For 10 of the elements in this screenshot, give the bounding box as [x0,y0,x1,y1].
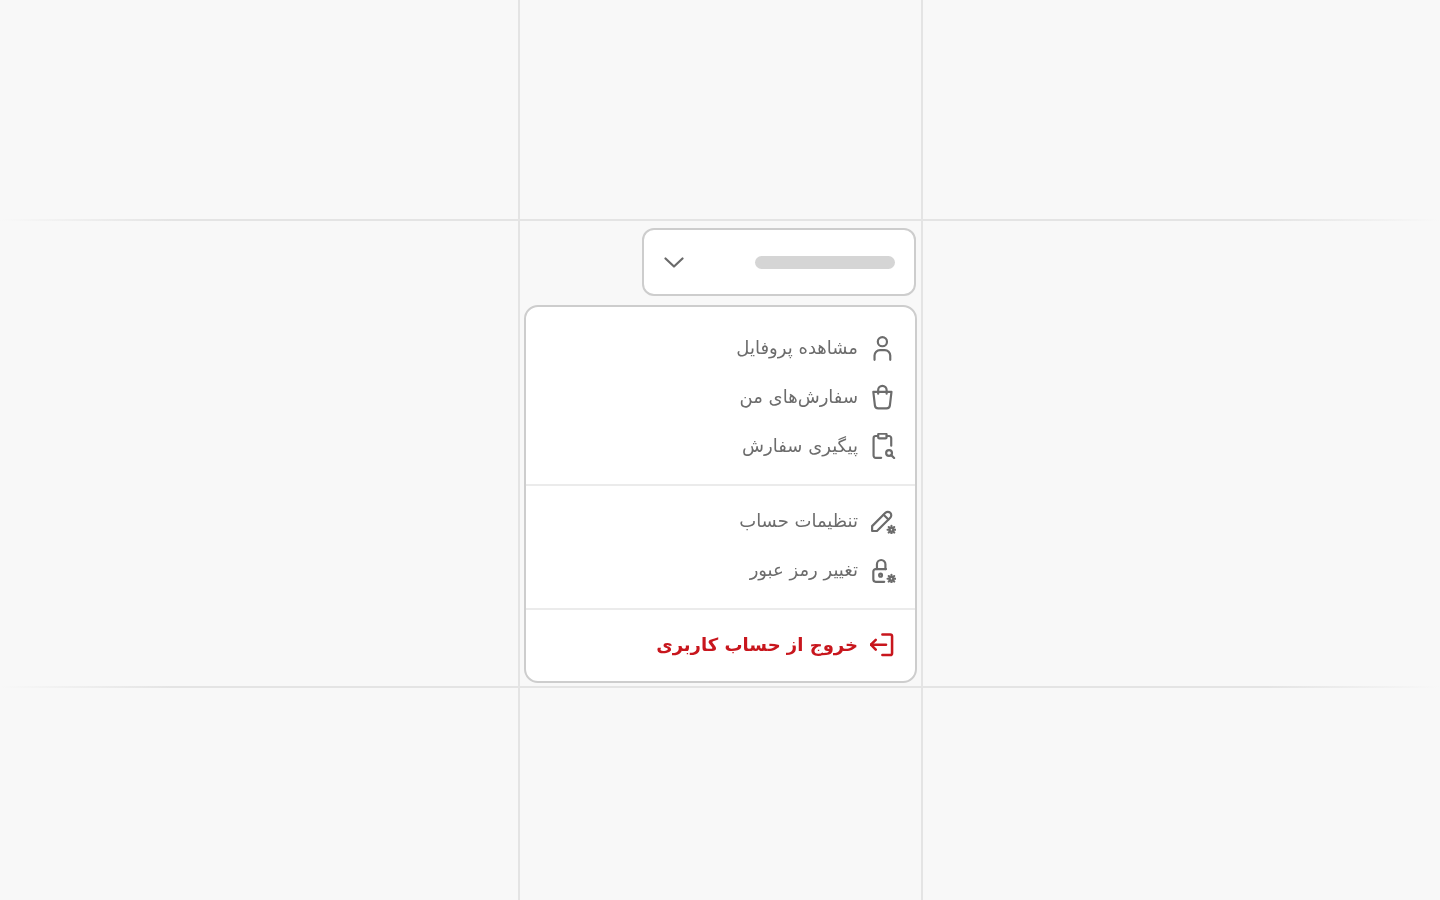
menu-item[interactable]: تنظیمات حساب [526,496,915,545]
clipboard-search-icon [870,432,896,459]
menu-item[interactable]: پیگیری سفارش [526,421,915,470]
menu-item[interactable]: مشاهده پروفایل [526,323,915,372]
menu-item[interactable]: تغییر رمز عبور [526,545,915,594]
logout-menu-item[interactable]: خروج از حساب کاربری [526,620,915,669]
chevron-down-icon [664,256,684,268]
dropdown-trigger[interactable] [642,228,916,296]
menu-item[interactable]: سفارش‌های من [526,372,915,421]
lock-gear-icon [870,556,896,583]
